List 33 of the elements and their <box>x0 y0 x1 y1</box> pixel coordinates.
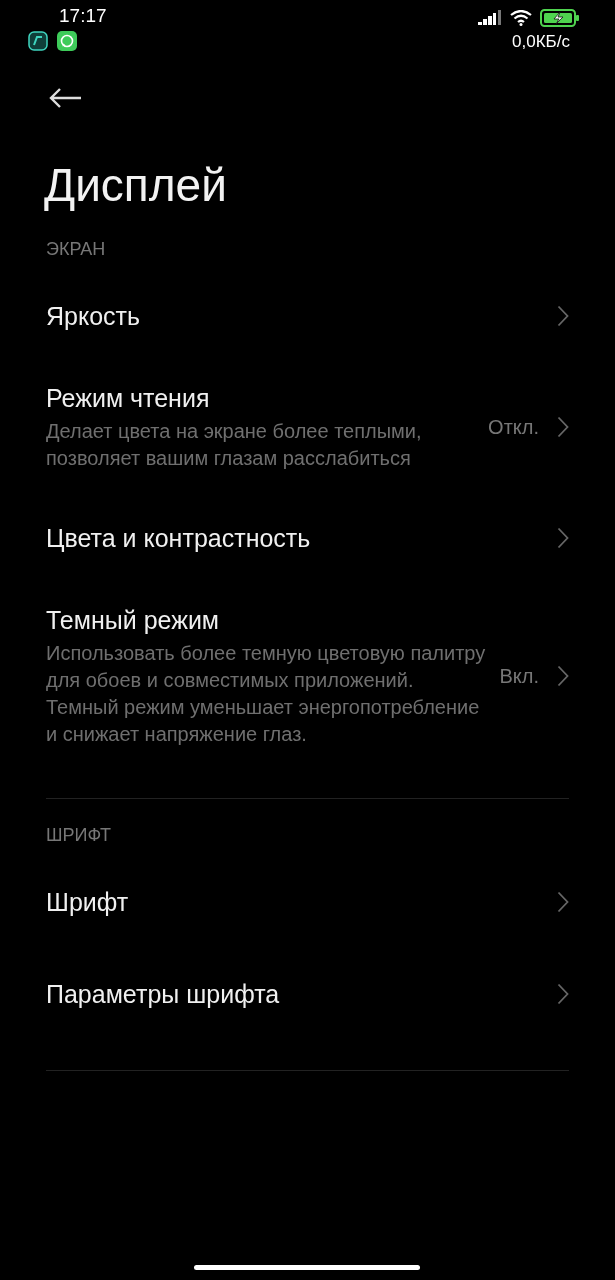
item-label: Темный режим <box>46 605 221 636</box>
chevron-icon <box>557 983 569 1005</box>
item-label: Яркость <box>46 301 142 332</box>
chevron-icon <box>557 527 569 549</box>
item-label: Шрифт <box>46 887 130 918</box>
item-description: Использовать более темную цветовую палитру для обоев и совместимых приложений. Темный режим уменьшает энергопотребление и снижает напряжение глаз. <box>46 641 486 747</box>
item-label: Режим чтения <box>46 383 211 414</box>
item-label: Параметры шрифта <box>46 979 281 1010</box>
settings-item[interactable]: Цвета и контрастность <box>0 492 615 584</box>
settings-item[interactable]: Параметры шрифта <box>0 948 615 1040</box>
status-time: 17:17 <box>59 5 107 27</box>
chevron-icon <box>557 891 569 913</box>
chevron-icon <box>557 416 569 438</box>
network-speed: 0,0КБ/с <box>512 32 570 52</box>
item-label: Цвета и контрастность <box>46 523 312 554</box>
wifi-icon <box>510 10 532 26</box>
section-header: ШРИФТ <box>45 824 113 847</box>
settings-item[interactable]: Режим чтения Делает цвета на экране более теплыми, позволяет вашим глазам расслабиться Откл. <box>0 362 615 492</box>
section-header: ЭКРАН <box>45 238 107 261</box>
item-value: Откл. <box>488 415 539 439</box>
app-notification-icon <box>28 31 48 51</box>
page-title: Дисплей <box>44 158 228 213</box>
chevron-icon <box>557 305 569 327</box>
settings-item[interactable]: Темный режим Использовать более темную цветовую палитру для обоев и совместимых приложений. Темный режим уменьшает энергопотребление и снижает напряжение глаз. Вкл. <box>0 584 615 768</box>
settings-item[interactable]: Шрифт <box>0 856 615 948</box>
signal-icon <box>478 10 502 26</box>
chat-app-icon <box>57 31 77 51</box>
item-value: Вкл. <box>499 664 539 688</box>
battery-charging-icon <box>540 9 580 27</box>
settings-item[interactable]: Яркость <box>0 270 615 362</box>
item-description: Делает цвета на экране более теплыми, позволяет вашим глазам расслабиться <box>46 419 423 471</box>
back-arrow-icon <box>48 87 82 109</box>
chevron-icon <box>557 665 569 687</box>
